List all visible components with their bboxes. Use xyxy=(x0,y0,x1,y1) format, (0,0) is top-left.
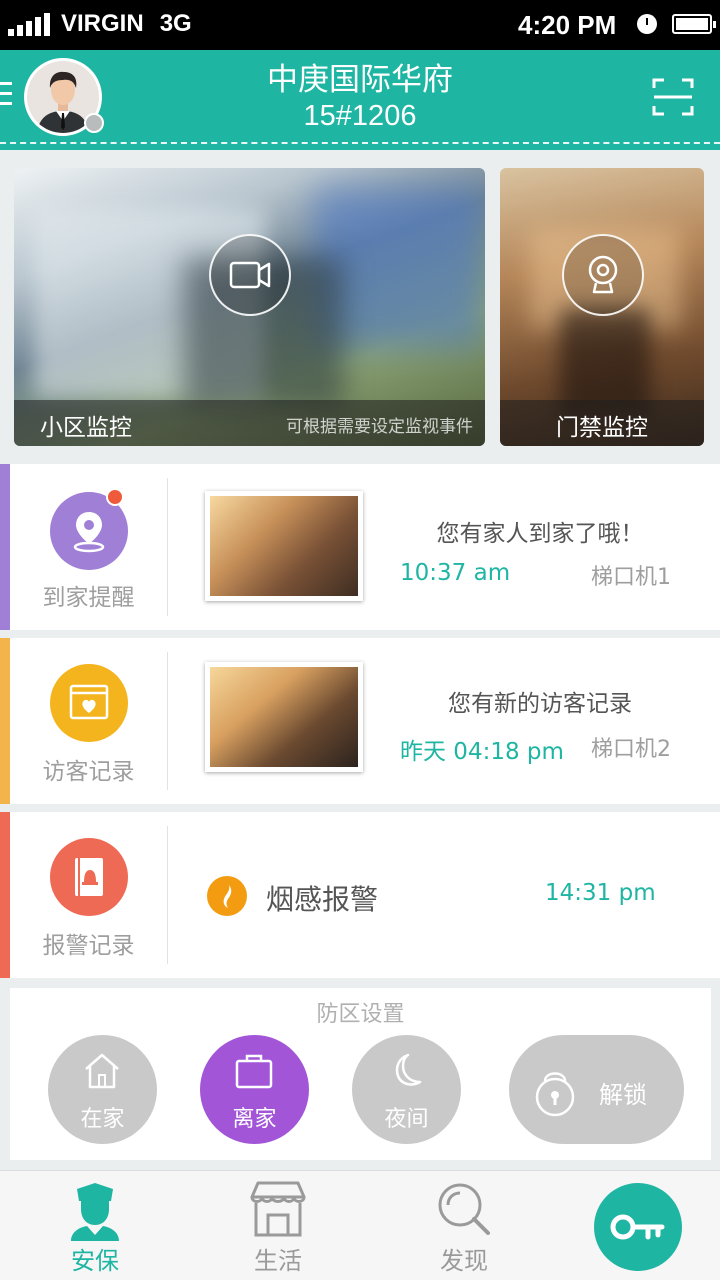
carrier-name: VIRGIN xyxy=(61,10,144,37)
search-icon xyxy=(438,1183,490,1235)
record-location: 梯口机1 xyxy=(591,565,671,590)
door-monitor-label: 门禁监控 xyxy=(556,415,648,441)
row-stripe xyxy=(0,812,10,978)
record-photo[interactable] xyxy=(205,491,363,601)
page-title: 中庚国际华府 xyxy=(267,62,453,98)
unlock-button[interactable]: 解锁 xyxy=(509,1035,684,1144)
video-camera-icon[interactable] xyxy=(209,234,291,316)
category-label: 报警记录 xyxy=(42,933,135,959)
online-status-dot xyxy=(84,113,104,133)
record-time: 14:31 pm xyxy=(545,880,656,906)
house-icon xyxy=(85,1053,119,1089)
webcam-icon[interactable] xyxy=(562,234,644,316)
battery-icon xyxy=(672,14,716,34)
category-label: 访客记录 xyxy=(42,759,135,785)
header-divider xyxy=(0,142,720,144)
home-mode-label: 在家 xyxy=(80,1107,125,1132)
zone-settings-panel: 防区设置 在家 离家 夜间 解锁 xyxy=(10,988,711,1160)
row-stripe xyxy=(0,638,10,804)
record-photo[interactable] xyxy=(205,662,363,772)
unlock-label: 解锁 xyxy=(599,1081,647,1109)
away-mode-label: 离家 xyxy=(232,1107,277,1132)
night-mode-button[interactable]: 夜间 xyxy=(352,1035,461,1144)
lock-open-icon xyxy=(535,1072,575,1117)
tab-security-label: 安保 xyxy=(71,1247,119,1275)
key-button[interactable] xyxy=(594,1183,682,1271)
community-monitor-card[interactable]: 小区监控 可根据需要设定监视事件 xyxy=(14,168,485,446)
guard-icon xyxy=(71,1183,119,1241)
room-number: 15#1206 xyxy=(303,100,417,132)
door-monitor-card[interactable]: 门禁监控 xyxy=(500,168,704,446)
tab-life-label: 生活 xyxy=(254,1247,302,1275)
tab-security[interactable]: 安保 xyxy=(35,1177,155,1277)
notification-badge xyxy=(106,488,124,506)
carrier-info: VIRGIN 3G xyxy=(8,10,192,38)
row-stripe xyxy=(0,464,10,630)
night-mode-label: 夜间 xyxy=(384,1107,429,1132)
smoke-alarm-icon xyxy=(207,876,247,916)
record-message: 您有家人到家了哦！ xyxy=(436,521,644,547)
moon-icon xyxy=(395,1053,422,1086)
network-type: 3G xyxy=(159,10,192,37)
alarm-message: 烟感报警 xyxy=(266,883,379,916)
status-time: 4:20 PM xyxy=(518,10,617,40)
status-bar: VIRGIN 3G 4:20 PM xyxy=(0,0,720,50)
record-time: 昨天 04:18 pm xyxy=(400,739,564,765)
tab-life[interactable]: 生活 xyxy=(218,1177,338,1277)
alarm-clock-icon xyxy=(637,14,657,34)
app-header: 中庚国际华府 15#1206 xyxy=(0,50,720,150)
tab-discover[interactable]: 发现 xyxy=(404,1177,524,1277)
menu-icon[interactable] xyxy=(0,82,12,108)
signal-icon xyxy=(8,12,53,36)
category-label: 到家提醒 xyxy=(42,585,135,611)
key-icon xyxy=(610,1214,665,1240)
home-mode-button[interactable]: 在家 xyxy=(48,1035,157,1144)
community-monitor-label: 小区监控 xyxy=(40,415,132,441)
zone-settings-title: 防区设置 xyxy=(316,1002,405,1027)
monitor-hint: 可根据需要设定监视事件 xyxy=(286,417,473,437)
visitor-card-icon xyxy=(50,664,128,742)
bottom-tab-bar: 安保 生活 发现 xyxy=(0,1170,720,1280)
visitor-record-row[interactable]: 访客记录 您有新的访客记录 昨天 04:18 pm 梯口机2 xyxy=(0,638,720,804)
shop-icon xyxy=(250,1181,306,1237)
alarm-record-row[interactable]: 报警记录 烟感报警 14:31 pm xyxy=(0,812,720,978)
alarm-book-icon xyxy=(50,838,128,916)
away-mode-button[interactable]: 离家 xyxy=(200,1035,309,1144)
bag-icon xyxy=(235,1054,273,1089)
scan-icon[interactable] xyxy=(652,78,694,116)
record-message: 您有新的访客记录 xyxy=(448,691,632,717)
arrival-reminder-row[interactable]: 到家提醒 您有家人到家了哦！ 10:37 am 梯口机1 xyxy=(0,464,720,630)
record-time: 10:37 am xyxy=(400,560,511,586)
tab-discover-label: 发现 xyxy=(440,1247,488,1275)
record-location: 梯口机2 xyxy=(591,737,671,762)
